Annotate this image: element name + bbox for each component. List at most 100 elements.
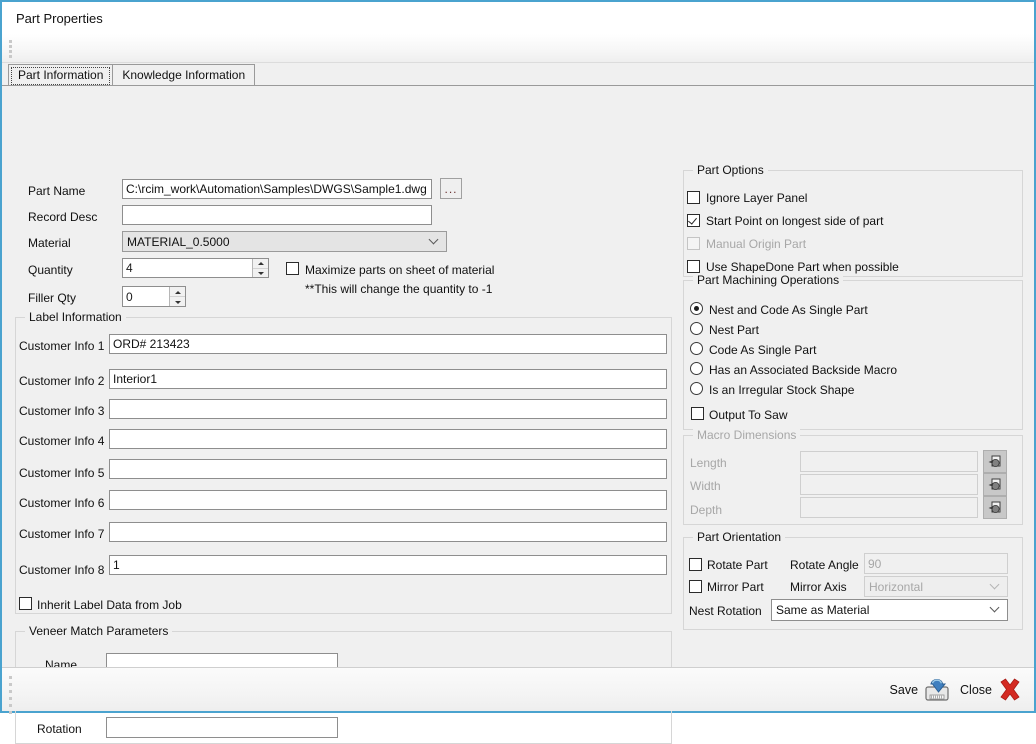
part-name-label: Part Name bbox=[28, 184, 85, 198]
mirror-axis-select-value: Horizontal bbox=[869, 580, 923, 594]
customer-info-6-input[interactable] bbox=[109, 490, 667, 510]
use-shapedone-part-label: Use ShapeDone Part when possible bbox=[706, 260, 899, 274]
customer-info-4-input[interactable] bbox=[109, 429, 667, 449]
footer-bar: Save Close bbox=[2, 667, 1034, 711]
title-bar: Part Properties bbox=[2, 2, 1034, 34]
footer-grip-dots bbox=[9, 676, 12, 718]
start-point-longest-side-label: Start Point on longest side of part bbox=[706, 214, 883, 228]
save-disk-icon bbox=[922, 676, 952, 704]
close-button[interactable]: Close bbox=[960, 676, 1024, 704]
macro-width-input bbox=[800, 474, 978, 495]
quantity-decrement-button[interactable] bbox=[253, 269, 268, 278]
maximize-parts-checkbox[interactable] bbox=[286, 262, 299, 275]
filler-qty-stepper[interactable]: 0 bbox=[122, 286, 186, 307]
macro-length-pick-button bbox=[983, 450, 1007, 473]
pick-from-drawing-icon bbox=[987, 500, 1003, 516]
mirror-axis-select: Horizontal bbox=[864, 576, 1008, 597]
radio-has-associated-backside-macro[interactable] bbox=[690, 362, 703, 375]
quantity-spin-buttons[interactable] bbox=[252, 259, 268, 277]
radio-nest-and-code-as-single-part[interactable] bbox=[690, 302, 703, 315]
label-information-title: Label Information bbox=[25, 310, 126, 324]
manual-origin-part-label: Manual Origin Part bbox=[706, 237, 806, 251]
filler-qty-input[interactable]: 0 bbox=[123, 287, 169, 306]
ignore-layer-panel-checkbox[interactable] bbox=[687, 191, 700, 204]
customer-info-3-input[interactable] bbox=[109, 399, 667, 419]
save-button[interactable]: Save bbox=[890, 676, 953, 704]
manual-origin-part-checkbox bbox=[687, 237, 700, 250]
customer-info-5-input[interactable] bbox=[109, 459, 667, 479]
tab-strip: Part Information Knowledge Information bbox=[2, 63, 1034, 85]
red-x-icon bbox=[996, 676, 1024, 704]
filler-qty-decrement-button[interactable] bbox=[170, 297, 185, 306]
nest-rotation-label: Nest Rotation bbox=[689, 604, 762, 618]
part-orientation-title: Part Orientation bbox=[693, 530, 785, 544]
quantity-label: Quantity bbox=[28, 263, 73, 277]
mirror-axis-label: Mirror Axis bbox=[790, 580, 847, 594]
macro-length-label: Length bbox=[690, 456, 727, 470]
veneer-rotation-label: Rotation bbox=[37, 722, 82, 736]
tab-knowledge-information[interactable]: Knowledge Information bbox=[112, 64, 255, 85]
macro-depth-pick-button bbox=[983, 496, 1007, 519]
window-title: Part Properties bbox=[16, 11, 103, 26]
filler-qty-increment-button[interactable] bbox=[170, 287, 185, 297]
radio-nest-part-label: Nest Part bbox=[709, 323, 759, 337]
rotate-part-checkbox[interactable] bbox=[689, 558, 702, 571]
record-desc-label: Record Desc bbox=[28, 210, 97, 224]
browse-part-name-button[interactable]: ... bbox=[440, 178, 462, 199]
save-button-label: Save bbox=[890, 683, 919, 697]
customer-info-1-input[interactable]: ORD# 213423 bbox=[109, 334, 667, 354]
use-shapedone-part-checkbox[interactable] bbox=[687, 260, 700, 273]
radio-code-as-single-part[interactable] bbox=[690, 342, 703, 355]
macro-depth-input bbox=[800, 497, 978, 518]
material-select[interactable]: MATERIAL_0.5000 bbox=[122, 231, 447, 252]
filler-qty-label: Filler Qty bbox=[28, 291, 76, 305]
material-select-value: MATERIAL_0.5000 bbox=[127, 235, 230, 249]
customer-info-5-label: Customer Info 5 bbox=[19, 466, 104, 480]
grip-dots bbox=[9, 40, 12, 56]
customer-info-7-input[interactable] bbox=[109, 522, 667, 542]
maximize-parts-note: **This will change the quantity to -1 bbox=[305, 282, 492, 296]
customer-info-8-input[interactable]: 1 bbox=[109, 555, 667, 575]
inherit-label-data-checkbox[interactable] bbox=[19, 597, 32, 610]
start-point-longest-side-checkbox[interactable] bbox=[687, 214, 700, 227]
filler-qty-spin-buttons[interactable] bbox=[169, 287, 185, 306]
tab-knowledge-information-label: Knowledge Information bbox=[122, 68, 245, 82]
part-name-input[interactable]: C:\rcim_work\Automation\Samples\DWGS\Sam… bbox=[122, 179, 432, 199]
macro-width-label: Width bbox=[690, 479, 721, 493]
macro-dimensions-title: Macro Dimensions bbox=[693, 428, 800, 442]
radio-nest-part[interactable] bbox=[690, 322, 703, 335]
maximize-parts-label: Maximize parts on sheet of material bbox=[305, 263, 494, 277]
pick-from-drawing-icon bbox=[987, 477, 1003, 493]
output-to-saw-label: Output To Saw bbox=[709, 408, 788, 422]
record-desc-input[interactable] bbox=[122, 205, 432, 225]
veneer-match-title: Veneer Match Parameters bbox=[25, 624, 172, 638]
chevron-down-icon bbox=[430, 236, 439, 245]
tab-focus-ring bbox=[11, 67, 110, 85]
chevron-down-icon bbox=[991, 581, 1000, 590]
customer-info-2-label: Customer Info 2 bbox=[19, 374, 104, 388]
nest-rotation-select-value: Same as Material bbox=[776, 603, 869, 617]
part-options-title: Part Options bbox=[693, 163, 768, 177]
tab-part-information[interactable]: Part Information bbox=[8, 64, 113, 85]
radio-nest-and-code-as-single-part-label: Nest and Code As Single Part bbox=[709, 303, 868, 317]
radio-is-irregular-stock-shape-label: Is an Irregular Stock Shape bbox=[709, 383, 854, 397]
quantity-input[interactable]: 4 bbox=[123, 259, 252, 277]
mirror-part-label: Mirror Part bbox=[707, 580, 764, 594]
rotate-angle-input: 90 bbox=[864, 553, 1008, 574]
quantity-stepper[interactable]: 4 bbox=[122, 258, 269, 278]
veneer-rotation-input[interactable] bbox=[106, 717, 338, 738]
customer-info-8-label: Customer Info 8 bbox=[19, 563, 104, 577]
rotate-part-label: Rotate Part bbox=[707, 558, 768, 572]
part-machining-operations-title: Part Machining Operations bbox=[693, 273, 843, 287]
quantity-increment-button[interactable] bbox=[253, 259, 268, 269]
inherit-label-data-label: Inherit Label Data from Job bbox=[37, 598, 182, 612]
output-to-saw-checkbox[interactable] bbox=[691, 407, 704, 420]
nest-rotation-select[interactable]: Same as Material bbox=[771, 599, 1008, 621]
customer-info-2-input[interactable]: Interior1 bbox=[109, 369, 667, 389]
macro-width-pick-button bbox=[983, 473, 1007, 496]
radio-is-irregular-stock-shape[interactable] bbox=[690, 382, 703, 395]
rotate-angle-label: Rotate Angle bbox=[790, 558, 859, 572]
mirror-part-checkbox[interactable] bbox=[689, 580, 702, 593]
tab-content-part-information: Part Name C:\rcim_work\Automation\Sample… bbox=[2, 85, 1034, 667]
close-button-label: Close bbox=[960, 683, 992, 697]
